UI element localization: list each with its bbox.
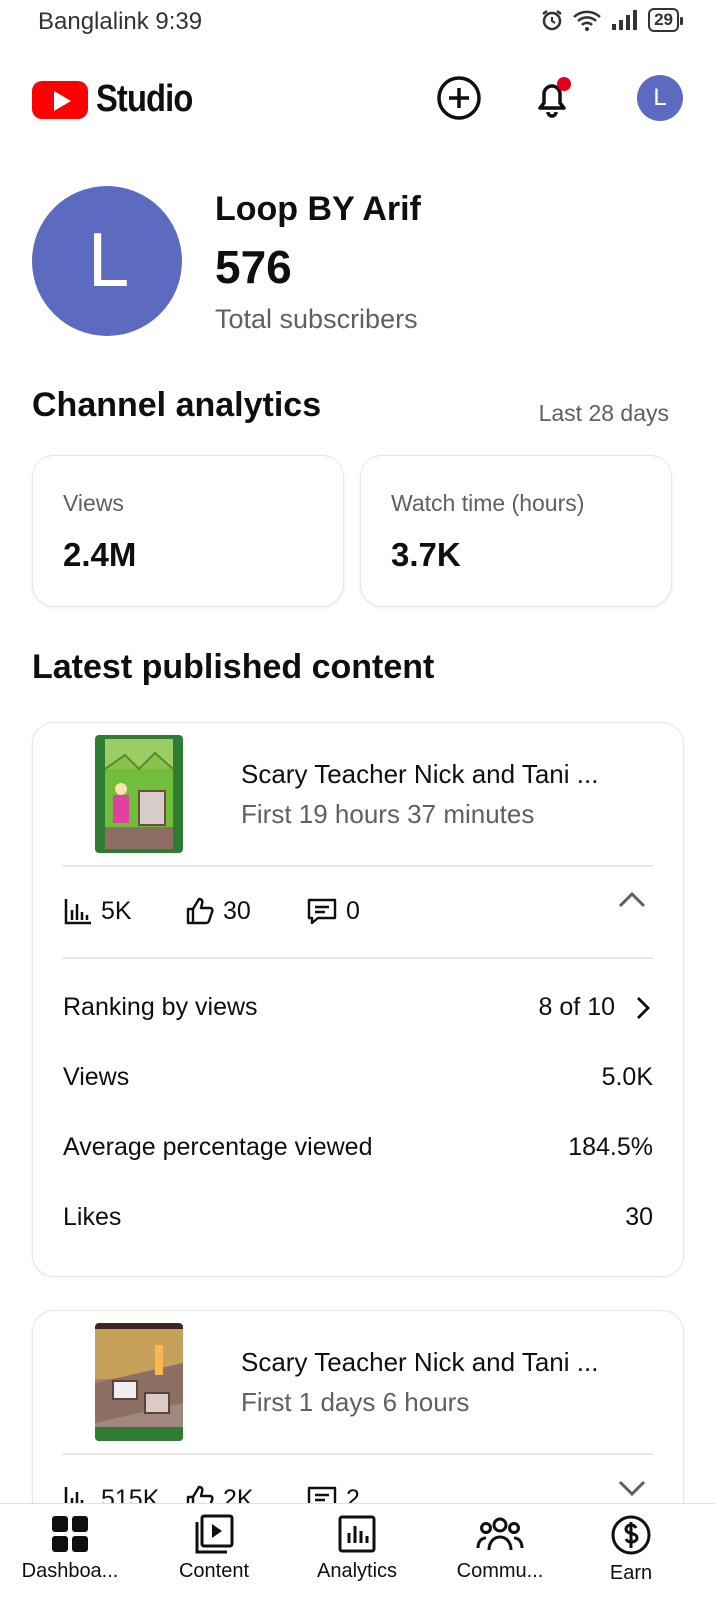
- likes-stat: 30: [185, 896, 251, 926]
- account-avatar[interactable]: L: [637, 75, 683, 121]
- views-stat: 5K: [63, 896, 132, 926]
- views-value: 5K: [101, 896, 132, 925]
- youtube-play-icon: [32, 80, 88, 119]
- nav-label: Analytics: [316, 1560, 398, 1582]
- divider: [63, 865, 653, 867]
- content-icon: [195, 1514, 234, 1554]
- metric-label: Views: [63, 490, 124, 516]
- views-metric-card[interactable]: Views 2.4M: [32, 455, 344, 607]
- detail-label: Ranking by views: [63, 993, 258, 1021]
- nav-dashboard[interactable]: Dashboa...: [10, 1514, 130, 1583]
- channel-analytics-title: Channel analytics: [32, 386, 322, 424]
- video-period: First 1 days 6 hours: [241, 1387, 470, 1417]
- video-title[interactable]: Scary Teacher Nick and Tani ...: [241, 1347, 598, 1378]
- dashboard-icon: [52, 1516, 88, 1552]
- video-period: First 19 hours 37 minutes: [241, 799, 535, 829]
- chevron-up-icon[interactable]: [615, 883, 649, 917]
- watch-time-metric-card[interactable]: Watch time (hours) 3.7K: [360, 455, 672, 607]
- comment-icon: [307, 898, 337, 925]
- latest-content-title: Latest published content: [32, 648, 435, 686]
- channel-avatar[interactable]: L: [32, 186, 182, 336]
- status-bar: Banglalink 9:39 29: [0, 0, 715, 44]
- channel-name: Loop BY Arif: [215, 190, 421, 228]
- app-header: Studio L: [0, 66, 715, 132]
- divider: [63, 957, 653, 959]
- status-icons: 29: [540, 8, 683, 32]
- metric-value: 2.4M: [63, 536, 137, 573]
- wifi-icon: [573, 10, 601, 31]
- chevron-right-icon: [637, 996, 650, 1019]
- detail-value: 30: [625, 1203, 653, 1231]
- analytics-icon: [338, 1515, 376, 1553]
- studio-logo[interactable]: Studio: [32, 78, 208, 121]
- detail-label: Views: [63, 1063, 130, 1091]
- subscriber-label: Total subscribers: [215, 304, 418, 334]
- thumbs-up-icon: [186, 897, 214, 925]
- avg-percentage-row: Average percentage viewed 184.5%: [63, 1133, 653, 1162]
- likes-row: Likes 30: [63, 1203, 653, 1232]
- ranking-row[interactable]: Ranking by views 8 of 10: [63, 993, 653, 1022]
- nav-earn[interactable]: Earn: [571, 1514, 691, 1585]
- video-thumbnail[interactable]: [95, 1323, 183, 1441]
- metric-value: 3.7K: [391, 536, 461, 573]
- video-title[interactable]: Scary Teacher Nick and Tani ...: [241, 759, 598, 790]
- divider: [63, 1453, 653, 1455]
- nav-analytics[interactable]: Analytics: [297, 1514, 417, 1583]
- alarm-icon: [542, 10, 562, 31]
- create-plus-icon[interactable]: [435, 74, 483, 122]
- metric-label: Watch time (hours): [391, 490, 585, 516]
- studio-wordmark: Studio: [96, 78, 193, 120]
- notifications-bell-icon[interactable]: [528, 74, 576, 122]
- comments-value: 0: [346, 896, 360, 925]
- subscriber-count: 576: [215, 241, 292, 293]
- detail-label: Likes: [63, 1203, 122, 1231]
- nav-label: Content: [178, 1560, 250, 1582]
- video-thumbnail[interactable]: [95, 735, 183, 853]
- detail-value: 5.0K: [601, 1063, 653, 1091]
- nav-label: Commu...: [456, 1560, 544, 1582]
- content-card: Scary Teacher Nick and Tani ... First 19…: [32, 722, 684, 1277]
- detail-value: 8 of 10: [538, 993, 615, 1021]
- detail-value: 184.5%: [568, 1133, 653, 1161]
- nav-community[interactable]: Commu...: [440, 1514, 560, 1583]
- community-icon: [476, 1517, 524, 1551]
- views-row: Views 5.0K: [63, 1063, 653, 1092]
- nav-content[interactable]: Content: [154, 1514, 274, 1583]
- nav-label: Earn: [609, 1562, 653, 1584]
- bottom-navigation: Dashboa... Content Analytics Commu... Ea…: [0, 1503, 715, 1601]
- detail-label: Average percentage viewed: [63, 1133, 373, 1161]
- battery-indicator: 29: [648, 8, 683, 32]
- comments-stat: 0: [306, 896, 360, 926]
- signal-icon: [612, 10, 638, 30]
- chevron-down-icon[interactable]: [615, 1471, 649, 1505]
- analytics-period: Last 28 days: [538, 400, 669, 426]
- bar-chart-icon: [64, 899, 91, 925]
- likes-value: 30: [223, 896, 251, 925]
- nav-label: Dashboa...: [21, 1560, 119, 1582]
- earn-icon: [611, 1515, 651, 1555]
- carrier-time: Banglalink 9:39: [38, 8, 203, 35]
